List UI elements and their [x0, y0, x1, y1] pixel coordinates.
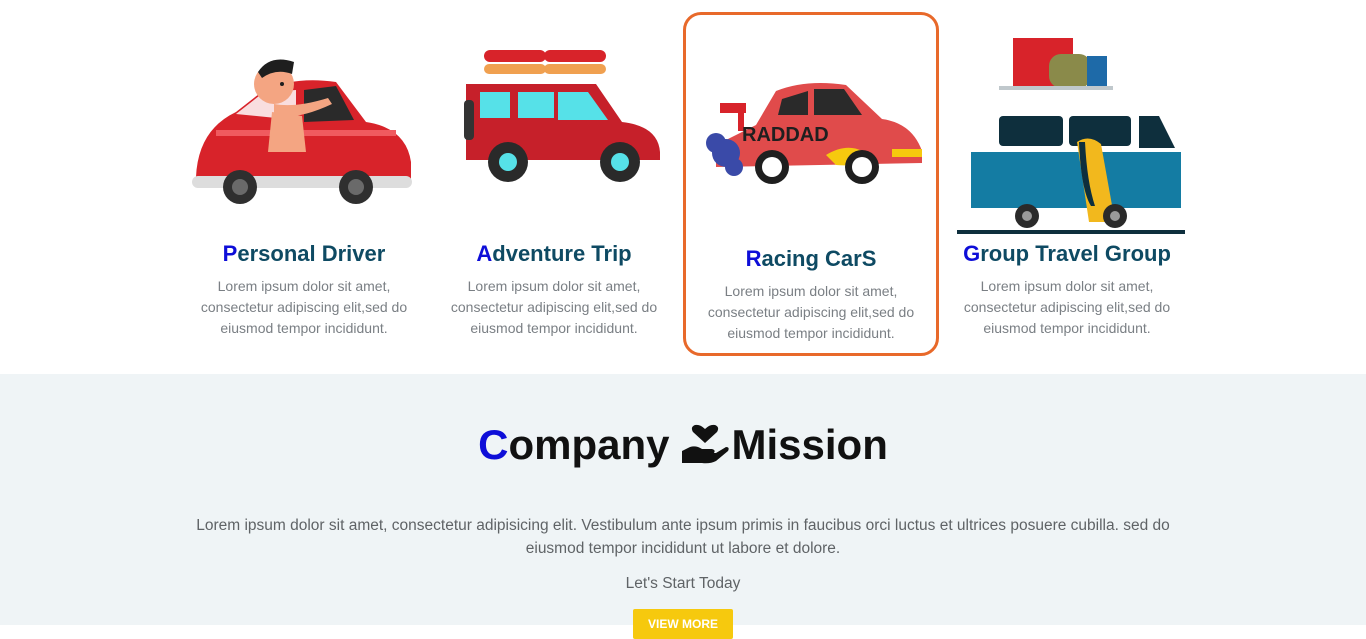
service-title: Adventure Trip — [476, 241, 632, 266]
camper-van-icon — [939, 12, 1195, 237]
heart-in-hand-icon — [681, 424, 729, 464]
service-description: Lorem ipsum dolor sit amet, consectetur … — [200, 278, 408, 336]
red-car-driver-icon — [176, 12, 432, 237]
service-description: Lorem ipsum dolor sit amet, consectetur … — [963, 278, 1171, 336]
service-card-adventure-trip[interactable]: Adventure Trip Lorem ipsum dolor sit ame… — [426, 12, 682, 356]
car-decal-text: RADDAD — [742, 124, 829, 146]
service-description: Lorem ipsum dolor sit amet, consectetur … — [707, 283, 915, 341]
company-mission-section: Company Mission Lorem ipsum dolor sit am… — [0, 374, 1366, 639]
service-title: Personal Driver — [222, 241, 386, 266]
view-more-button[interactable]: VIEW MORE — [633, 609, 733, 639]
jeep-with-kayaks-icon — [426, 12, 682, 237]
mission-description: Lorem ipsum dolor sit amet, consectetur … — [196, 517, 1170, 557]
cta-text: Let's Start Today — [625, 575, 741, 592]
service-card-group-travel[interactable]: Group Travel Group Lorem ipsum dolor sit… — [939, 12, 1195, 356]
services-section: Personal Driver Lorem ipsum dolor sit am… — [0, 0, 1366, 374]
rad-dad-race-car-icon: RADDAD — [686, 15, 936, 240]
mission-title: Company Mission — [478, 421, 888, 468]
service-description: Lorem ipsum dolor sit amet, consectetur … — [450, 278, 658, 336]
service-card-personal-driver[interactable]: Personal Driver Lorem ipsum dolor sit am… — [176, 12, 432, 356]
service-title: Group Travel Group — [963, 241, 1171, 266]
service-title: Racing CarS — [745, 246, 877, 271]
service-card-racing-cars[interactable]: RADDAD Racing CarS Lorem ipsum dolor sit… — [683, 12, 939, 356]
